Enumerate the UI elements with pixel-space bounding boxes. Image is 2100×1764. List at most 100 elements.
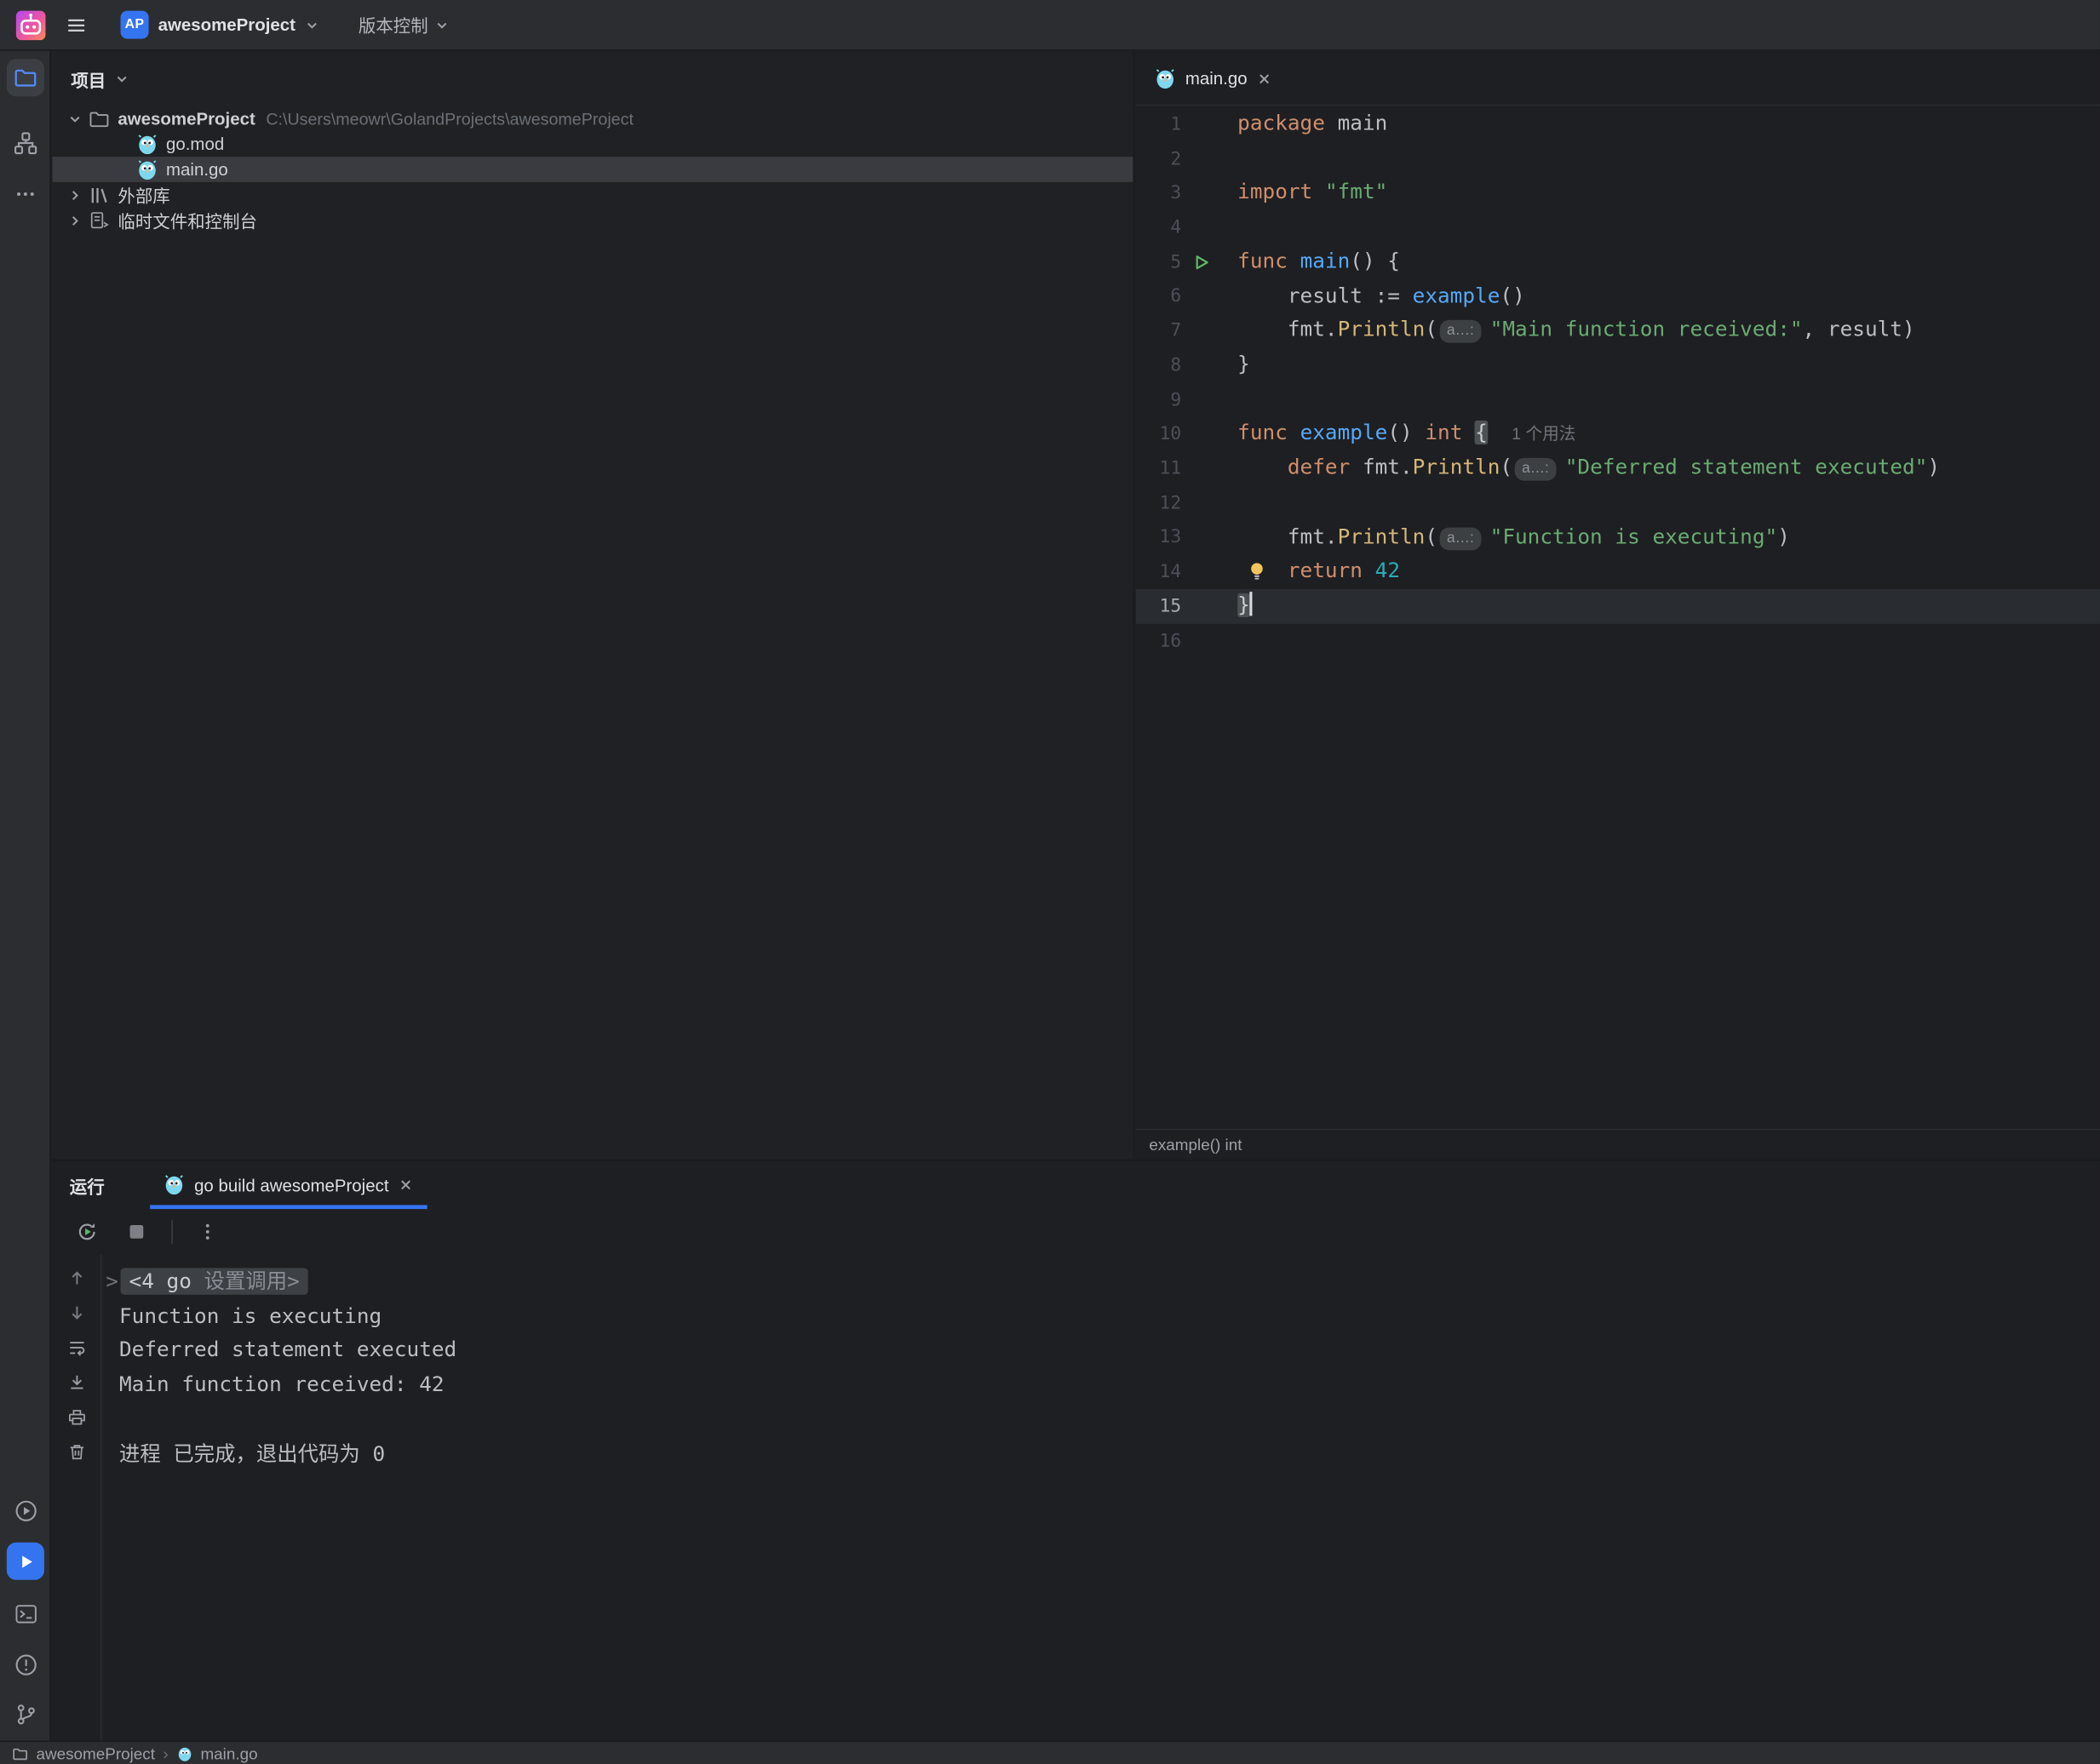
code-line-3[interactable]: 3import "fmt" (1136, 176, 2100, 210)
close-icon[interactable] (1257, 71, 1273, 87)
project-panel-header[interactable]: 项目 (52, 52, 1133, 106)
breadcrumb-file[interactable]: main.go (200, 1744, 257, 1762)
code-line-10[interactable]: 10func example() int {1 个用法 (1136, 417, 2100, 451)
project-avatar-badge: AP (121, 11, 149, 39)
line-number: 5 (1136, 251, 1181, 272)
code-lines: 1package main23import "fmt" 4 5func main()… (1136, 107, 2100, 1129)
more-actions-button[interactable] (192, 1217, 222, 1247)
editor-tab-bar: main.go (1136, 52, 2100, 106)
goland-logo-icon[interactable] (11, 5, 51, 45)
tree-item-label: 临时文件和控制台 (118, 208, 257, 233)
run-tool-window: 运行 go build awesomeProject ><4 go 设置调用 (52, 1160, 2100, 1741)
param-hint[interactable]: a…: (1440, 527, 1480, 550)
down-arrow-button[interactable] (63, 1302, 89, 1325)
tree-item-awesomeProject-root[interactable]: awesomeProjectC:\Users\meowr\GolandProje… (52, 106, 1133, 131)
problems-tool-button[interactable] (7, 1646, 44, 1683)
up-arrow-button[interactable] (63, 1267, 89, 1290)
editor-tab-main-go[interactable]: main.go (1139, 52, 1287, 104)
terminal-tool-button[interactable] (7, 1595, 44, 1632)
left-tool-stripe (0, 51, 51, 1741)
breadcrumb-separator: › (163, 1744, 168, 1762)
scroll-to-end-icon (66, 1372, 87, 1393)
more-tool-windows-button[interactable] (7, 175, 44, 213)
code-line-5[interactable]: 5func main() { (1136, 245, 2100, 279)
code-line-12[interactable]: 12 (1136, 486, 2100, 520)
close-icon[interactable] (399, 1177, 415, 1193)
console-line: Function is executing (103, 1300, 2100, 1334)
breadcrumb-project[interactable]: awesomeProject (36, 1744, 155, 1762)
project-tool-button[interactable] (7, 59, 44, 96)
line-number: 4 (1136, 217, 1181, 238)
run-panel-title: 运行 (70, 1172, 105, 1198)
gopher-icon (135, 133, 158, 154)
vcs-widget[interactable]: 版本控制 (359, 12, 448, 37)
structure-tool-button[interactable] (7, 124, 44, 162)
tree-item-external-libraries[interactable]: 外部库 (52, 182, 1133, 208)
rerun-button[interactable] (72, 1217, 102, 1247)
param-hint[interactable]: a…: (1515, 458, 1555, 481)
print-button[interactable] (63, 1406, 89, 1429)
code-line-9[interactable]: 9 (1136, 382, 2100, 416)
console-line: 进程 已完成，退出代码为 0 (103, 1437, 2100, 1471)
clear-button[interactable] (63, 1440, 89, 1463)
main-toolbar: AP awesomeProject 版本控制 (0, 0, 2100, 51)
hamburger-menu-icon[interactable] (56, 5, 96, 45)
project-selector[interactable]: AP awesomeProject (110, 7, 329, 43)
structure-icon (12, 130, 38, 157)
stop-button[interactable] (122, 1217, 152, 1247)
run-line-icon[interactable] (1193, 254, 1209, 270)
console-line (103, 1403, 2100, 1437)
code-line-7[interactable]: 7 fmt.Println(a…:"Main function received… (1136, 314, 2100, 348)
chevron-down-icon[interactable] (63, 108, 87, 129)
console-body[interactable]: ><4 go 设置调用>Function is executingDeferre… (103, 1265, 2100, 1472)
code-line-4[interactable]: 4 (1136, 210, 2100, 244)
soft-wrap-icon (66, 1337, 87, 1358)
version-control-icon (13, 1701, 38, 1727)
chevron-right-icon[interactable] (63, 184, 87, 205)
console-folded-command[interactable]: ><4 go 设置调用> (103, 1265, 2100, 1299)
project-tool-window: 项目 awesomeProjectC:\Users\meowr\GolandPr… (52, 52, 1134, 1158)
project-folder-icon (14, 66, 37, 89)
tree-item-go-mod[interactable]: go.mod (52, 131, 1133, 157)
fold-expand-icon[interactable]: > (106, 1269, 118, 1293)
code-line-15[interactable]: 15} (1136, 589, 2100, 623)
line-number: 13 (1136, 527, 1181, 548)
run-console: ><4 go 设置调用>Function is executingDeferre… (52, 1255, 2100, 1741)
go-file-icon (176, 1745, 192, 1761)
chevron-right-icon[interactable] (63, 209, 87, 231)
run-anything-button[interactable] (7, 1492, 44, 1529)
line-number: 14 (1136, 561, 1181, 582)
project-panel-title: 项目 (71, 66, 106, 92)
intention-bulb-icon[interactable] (1248, 562, 1265, 582)
code-line-11[interactable]: 11 defer fmt.Println(a…:"Deferred statem… (1136, 451, 2100, 485)
code-line-1[interactable]: 1package main (1136, 107, 2100, 141)
chevron-down-icon (305, 18, 318, 32)
code-line-13[interactable]: 13 fmt.Println(a…:"Function is executing… (1136, 520, 2100, 554)
code-line-16[interactable]: 16 (1136, 624, 2100, 658)
line-number: 16 (1136, 630, 1181, 651)
usage-count-hint[interactable]: 1 个用法 (1512, 425, 1575, 444)
param-hint[interactable]: a…: (1440, 320, 1480, 343)
more-vertical-icon (198, 1223, 217, 1241)
chevron-down-icon (435, 18, 449, 32)
tree-item-label: awesomeProject (118, 108, 255, 129)
tree-item-main-go[interactable]: main.go (52, 157, 1133, 182)
line-number: 12 (1136, 492, 1181, 513)
console-gutter (52, 1255, 101, 1741)
version-control-tool-button[interactable] (7, 1695, 44, 1732)
editor-pane: main.go 1package main23import "fmt" 4 5fun… (1136, 52, 2100, 1158)
context-bar-text: example() int (1149, 1135, 1242, 1154)
code-line-8[interactable]: 8} (1136, 348, 2100, 382)
tree-item-scratches-consoles[interactable]: 临时文件和控制台 (52, 208, 1133, 233)
scratch-icon (87, 209, 110, 231)
code-line-6[interactable]: 6 result := example() (1136, 279, 2100, 313)
chevron-down-icon (115, 72, 129, 86)
line-number: 7 (1136, 320, 1181, 341)
scroll-to-end-button[interactable] (63, 1371, 89, 1394)
code-line-2[interactable]: 2 (1136, 141, 2100, 175)
go-file-icon (164, 1174, 185, 1195)
run-tool-button[interactable] (7, 1543, 44, 1580)
soft-wrap-button[interactable] (63, 1337, 89, 1360)
run-tab-go-build[interactable]: go build awesomeProject (150, 1161, 427, 1210)
code-line-14[interactable]: 14 return 42 (1136, 555, 2100, 589)
